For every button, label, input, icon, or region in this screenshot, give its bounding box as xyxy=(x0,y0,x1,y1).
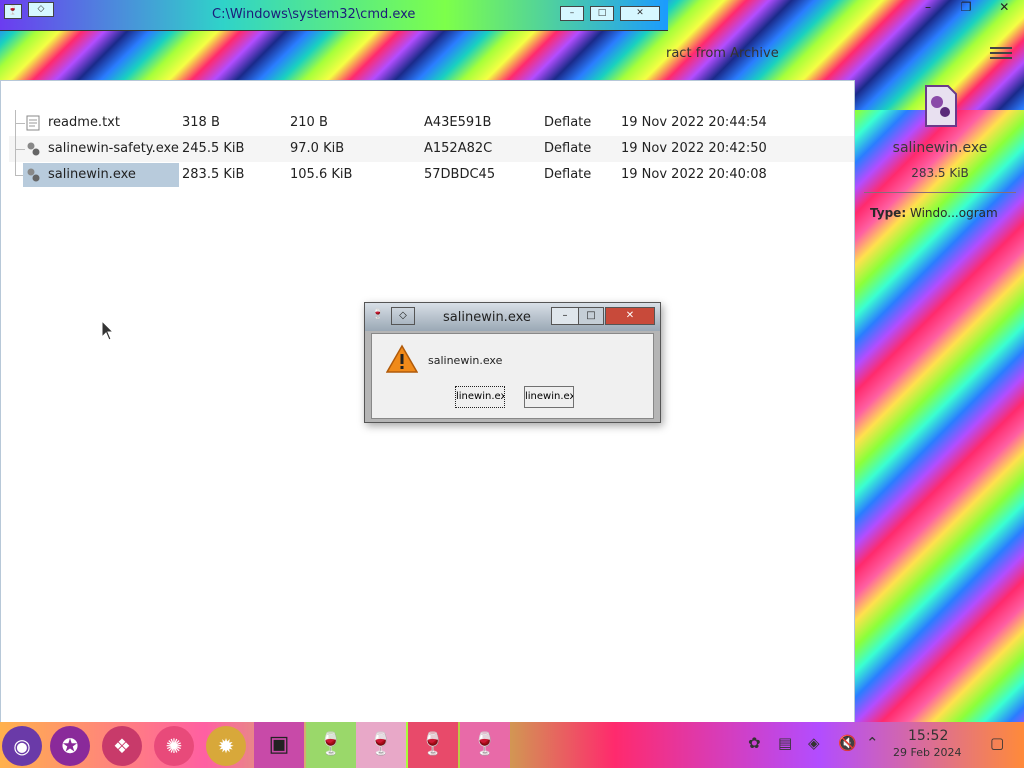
file-method: Deflate xyxy=(544,115,592,130)
task-wine-icon[interactable]: 🍷 xyxy=(460,722,510,768)
task-archive-icon[interactable]: ▣ xyxy=(254,722,304,768)
message-dialog: 🍷 ◇ salinewin.exe – □ ✕ salinewin.exe li… xyxy=(364,302,661,423)
file-modified: 19 Nov 2022 20:40:08 xyxy=(621,167,767,182)
file-name: salinewin-safety.exe xyxy=(48,141,179,156)
dialog-message: salinewin.exe xyxy=(428,354,503,367)
close-button[interactable]: ✕ xyxy=(605,307,655,325)
file-name: salinewin.exe xyxy=(48,167,136,182)
start-menu-icon[interactable]: ◉ xyxy=(2,726,42,766)
warning-icon xyxy=(386,344,418,373)
cmd-window-title: C:\Windows\system32\cmd.exe xyxy=(212,7,416,22)
dialog-button-1[interactable]: linewin.exe xyxy=(455,386,505,408)
file-row[interactable]: salinewin-safety.exe 245.5 KiB 97.0 KiB … xyxy=(9,136,854,162)
pinned-app-icon[interactable]: ✺ xyxy=(154,726,194,766)
dialog-button-2[interactable]: linewin.exe xyxy=(524,386,574,408)
show-desktop-icon[interactable]: ▢ xyxy=(990,734,1004,752)
task-wine-icon[interactable]: 🍷 xyxy=(356,722,406,768)
executable-icon xyxy=(27,168,40,182)
window-menu-icon[interactable]: ◇ xyxy=(391,307,415,325)
clipboard-icon[interactable]: ▤ xyxy=(778,734,792,752)
executable-large-icon xyxy=(925,85,957,127)
taskbar: ◉ ✪ ❖ ✺ ✹ ▣ 🍷 🍷 🍷 🍷 ✿ ▤ ◈ 🔇 ⌃ ▢ xyxy=(0,722,1024,768)
minimize-button[interactable]: – xyxy=(560,6,584,21)
file-size: 245.5 KiB xyxy=(182,141,245,156)
close-icon[interactable]: ✕ xyxy=(994,0,1014,16)
extract-from-archive-button[interactable]: ract from Archive xyxy=(666,46,779,61)
file-size: 283.5 KiB xyxy=(182,167,245,182)
detail-type-value: Windo...ogram xyxy=(910,206,998,220)
file-crc: A152A82C xyxy=(424,141,493,156)
file-row-selected[interactable]: salinewin.exe 283.5 KiB 105.6 KiB 57DBDC… xyxy=(9,162,854,188)
text-file-icon xyxy=(26,115,40,131)
expand-tray-icon[interactable]: ⌃ xyxy=(866,734,879,752)
file-compressed: 97.0 KiB xyxy=(290,141,345,156)
wine-icon: 🍷 xyxy=(371,309,385,320)
file-row[interactable]: readme.txt 318 B 210 B A43E591B Deflate … xyxy=(9,110,854,136)
clock-time[interactable]: 15:52 xyxy=(908,728,948,744)
detail-file-name: salinewin.exe xyxy=(892,140,988,156)
maximize-button[interactable]: □ xyxy=(590,6,614,21)
detail-file-size: 283.5 KiB xyxy=(911,166,969,180)
wine-icon: 🍷 xyxy=(4,4,22,19)
close-button[interactable]: ✕ xyxy=(620,6,660,21)
dialog-titlebar[interactable]: 🍷 ◇ salinewin.exe – □ ✕ xyxy=(365,303,660,331)
task-wine-icon[interactable]: 🍷 xyxy=(408,722,458,768)
dialog-title: salinewin.exe xyxy=(443,310,531,325)
file-modified: 19 Nov 2022 20:44:54 xyxy=(621,115,767,130)
file-crc: 57DBDC45 xyxy=(424,167,496,182)
file-name: readme.txt xyxy=(48,115,120,130)
hamburger-menu-icon[interactable] xyxy=(990,44,1012,62)
network-icon[interactable]: ◈ xyxy=(808,734,820,752)
restore-icon[interactable]: ❐ xyxy=(956,0,976,16)
pinned-app-icon[interactable]: ❖ xyxy=(102,726,142,766)
detail-type-label: Type: xyxy=(870,206,907,220)
executable-icon xyxy=(27,142,40,156)
file-compressed: 210 B xyxy=(290,115,328,130)
file-method: Deflate xyxy=(544,167,592,182)
app-launcher-icon[interactable]: ✪ xyxy=(50,726,90,766)
clock-date[interactable]: 29 Feb 2024 xyxy=(893,746,961,759)
window-menu-icon[interactable]: ◇ xyxy=(28,2,54,17)
volume-muted-icon[interactable]: 🔇 xyxy=(838,734,857,752)
maximize-button[interactable]: □ xyxy=(578,307,604,325)
minimize-icon[interactable]: – xyxy=(918,0,938,16)
notification-icon[interactable]: ✿ xyxy=(748,734,761,752)
file-modified: 19 Nov 2022 20:42:50 xyxy=(621,141,767,156)
task-wine-icon[interactable]: 🍷 xyxy=(306,722,356,768)
divider xyxy=(864,192,1016,193)
file-size: 318 B xyxy=(182,115,220,130)
file-compressed: 105.6 KiB xyxy=(290,167,353,182)
dialog-body: salinewin.exe linewin.exe linewin.exe xyxy=(371,333,654,419)
file-crc: A43E591B xyxy=(424,115,492,130)
minimize-button[interactable]: – xyxy=(551,307,579,325)
file-method: Deflate xyxy=(544,141,592,156)
mouse-cursor-icon xyxy=(101,320,115,341)
window-controls: – ❐ ✕ xyxy=(904,0,1024,22)
pinned-app-icon[interactable]: ✹ xyxy=(206,726,246,766)
